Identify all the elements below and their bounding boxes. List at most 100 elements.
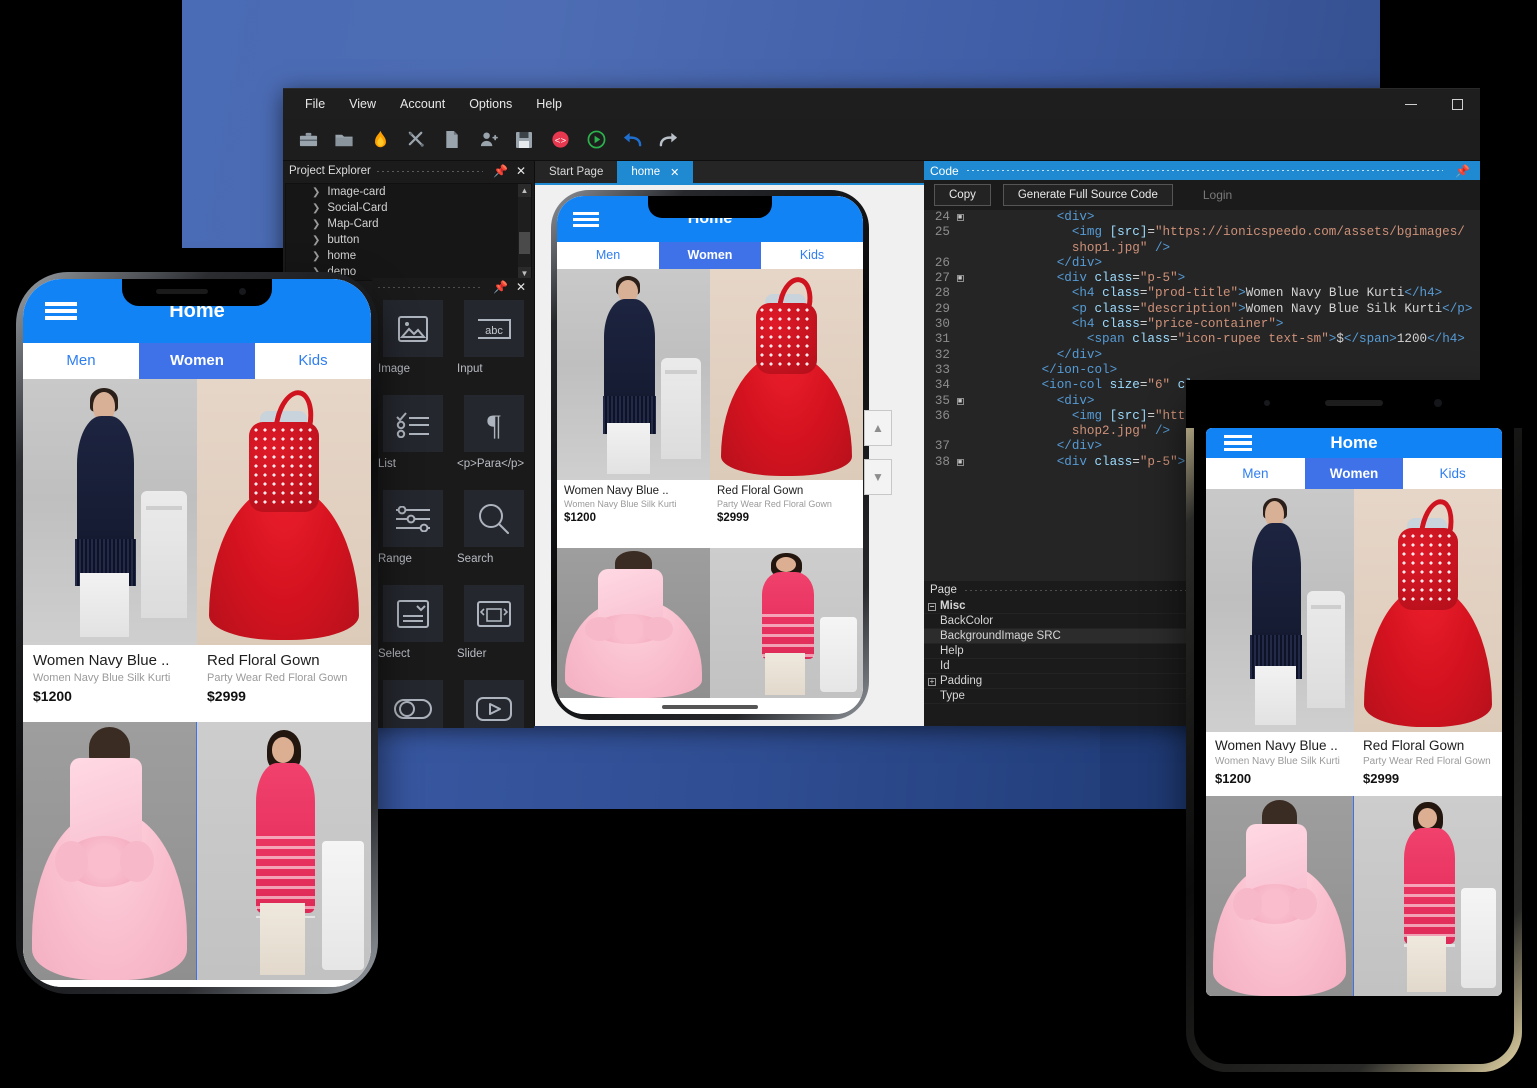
segment-men[interactable]: Men: [1206, 458, 1305, 489]
toolbox-item-label: Slider: [457, 648, 487, 660]
product-info: Red Floral Gown Party Wear Red Floral Go…: [1354, 732, 1502, 796]
segment-kids[interactable]: Kids: [1403, 458, 1502, 489]
chevron-right-icon: ❯: [312, 234, 321, 246]
login-label[interactable]: Login: [1203, 188, 1232, 202]
canvas-scroll-down-button[interactable]: ▼: [864, 459, 892, 495]
toolbox-item-list[interactable]: List: [372, 391, 453, 486]
image-icon: [382, 300, 443, 357]
code-line: 31 <span class="icon-rupee text-sm">$</s…: [924, 332, 1480, 347]
tree-item-map-card[interactable]: ❯ Map-Card: [286, 216, 531, 232]
toolbox-item-range[interactable]: Range: [372, 486, 453, 581]
toolbox-item-search[interactable]: Search: [453, 486, 534, 581]
tree-item-home[interactable]: ❯ home: [286, 248, 531, 264]
fold-toggle-icon[interactable]: ■: [954, 455, 966, 470]
product-image[interactable]: [557, 548, 710, 698]
menu-item-options[interactable]: Options: [457, 93, 524, 115]
product-image[interactable]: [1354, 796, 1502, 996]
minimize-button[interactable]: [1388, 89, 1434, 120]
tree-item-image-card[interactable]: ❯ Image-card: [286, 184, 531, 200]
tree-item-social-card[interactable]: ❯ Social-Card: [286, 200, 531, 216]
segment-women[interactable]: Women: [1304, 458, 1404, 489]
redo-icon[interactable]: [651, 123, 685, 157]
add-user-icon[interactable]: [471, 123, 505, 157]
product-title: Women Navy Blue ..: [564, 485, 669, 497]
line-number: 29: [934, 301, 950, 316]
phone-mockup-left: Home Men Women Kids Women Navy Blue .. W…: [16, 272, 378, 994]
product-card[interactable]: Women Navy Blue .. Women Navy Blue Silk …: [1206, 489, 1354, 796]
undo-icon[interactable]: [615, 123, 649, 157]
scroll-up-arrow[interactable]: ▲: [518, 184, 531, 197]
pin-icon[interactable]: 📌: [489, 164, 512, 178]
product-card[interactable]: Women Navy Blue .. Women Navy Blue Silk …: [23, 379, 197, 722]
run-icon[interactable]: [579, 123, 613, 157]
canvas-scroll-up-button[interactable]: ▲: [864, 410, 892, 446]
code-line: 27 ■ <div class="p-5">: [924, 271, 1480, 286]
toolbox-item-youtube[interactable]: Youtube: [453, 676, 534, 728]
product-price: $2999: [717, 512, 749, 524]
product-price: $1200: [1215, 771, 1252, 786]
product-image[interactable]: [1206, 796, 1354, 996]
product-card[interactable]: Red Floral Gown Party Wear Red Floral Go…: [710, 269, 863, 548]
product-card[interactable]: Women Navy Blue .. Women Navy Blue Silk …: [557, 269, 710, 548]
close-icon[interactable]: ✕: [512, 280, 530, 294]
product-title: Red Floral Gown: [717, 485, 804, 497]
toolbox-item-input[interactable]: abc Input: [453, 296, 534, 391]
generate-full-source-code-button[interactable]: Generate Full Source Code: [1002, 184, 1173, 206]
close-icon[interactable]: ✕: [512, 164, 530, 178]
product-price: $2999: [207, 688, 246, 704]
open-folder-icon[interactable]: [327, 123, 361, 157]
project-tree[interactable]: ❯ Image-card ❯ Social-Card ❯ Map-Card ❯ butt…: [285, 183, 532, 281]
build-tools-icon[interactable]: [399, 123, 433, 157]
menu-item-file[interactable]: File: [293, 93, 337, 115]
segment-women[interactable]: Women: [139, 343, 255, 379]
toolbox-item-toggle[interactable]: Toggle: [372, 676, 453, 728]
debug-icon[interactable]: <>: [543, 123, 577, 157]
product-card[interactable]: Red Floral Gown Party Wear Red Floral Go…: [197, 379, 371, 722]
new-file-icon[interactable]: [435, 123, 469, 157]
app-preview: Home Men Women Kids Women Navy Blue .. W…: [1206, 428, 1502, 996]
pin-icon[interactable]: 📌: [1451, 164, 1474, 178]
pin-icon[interactable]: 📌: [489, 280, 512, 294]
code-line: 29 <p class="description">Women Navy Blu…: [924, 302, 1480, 317]
scrollbar-thumb[interactable]: [519, 232, 530, 254]
line-number: [924, 241, 954, 256]
toolbox-item-select[interactable]: Select: [372, 581, 453, 676]
maximize-button[interactable]: [1434, 89, 1480, 120]
toolbox-item-image[interactable]: Image: [372, 296, 453, 391]
close-icon[interactable]: ✕: [670, 166, 679, 179]
product-card[interactable]: Red Floral Gown Party Wear Red Floral Go…: [1354, 489, 1502, 796]
toolbox-item-label: Image: [378, 363, 410, 375]
fold-toggle-icon[interactable]: ■: [954, 394, 966, 409]
toolbox-item-slider[interactable]: Slider: [453, 581, 534, 676]
menu-item-account[interactable]: Account: [388, 93, 457, 115]
segment-kids[interactable]: Kids: [761, 242, 863, 269]
app-preview: Home Men Women Kids Women Navy Blue .. W…: [557, 196, 863, 714]
toolbox-header: 📌 ✕: [372, 278, 534, 296]
product-image[interactable]: [197, 722, 371, 980]
segment-men[interactable]: Men: [557, 242, 659, 269]
product-image[interactable]: [23, 722, 197, 980]
product-desc: Party Wear Red Floral Gown: [717, 499, 832, 509]
new-project-icon[interactable]: [291, 123, 325, 157]
segment-kids[interactable]: Kids: [255, 343, 371, 379]
segment-women[interactable]: Women: [659, 242, 761, 269]
toolbox-item-paragraph[interactable]: ¶ <p>Para</p>: [453, 391, 534, 486]
menu-item-help[interactable]: Help: [524, 93, 574, 115]
firebase-flame-icon[interactable]: [363, 123, 397, 157]
tree-item-button[interactable]: ❯ button: [286, 232, 531, 248]
segment-men[interactable]: Men: [23, 343, 139, 379]
code-line: 30 <h4 class="price-container">: [924, 317, 1480, 332]
tree-scrollbar[interactable]: ▲ ▼: [518, 184, 531, 280]
slider-carousel-icon: [463, 585, 524, 642]
fold-toggle-icon[interactable]: ■: [954, 271, 966, 286]
tab-home[interactable]: home ✕: [617, 161, 694, 183]
fold-toggle-icon[interactable]: ■: [954, 210, 966, 225]
copy-button[interactable]: Copy: [934, 184, 991, 206]
save-icon[interactable]: [507, 123, 541, 157]
properties-title: Page: [930, 584, 957, 596]
menu-item-view[interactable]: View: [337, 93, 388, 115]
product-image[interactable]: [710, 548, 863, 698]
product-desc: Women Navy Blue Silk Kurti: [564, 499, 677, 509]
tab-start-page[interactable]: Start Page: [535, 161, 617, 183]
